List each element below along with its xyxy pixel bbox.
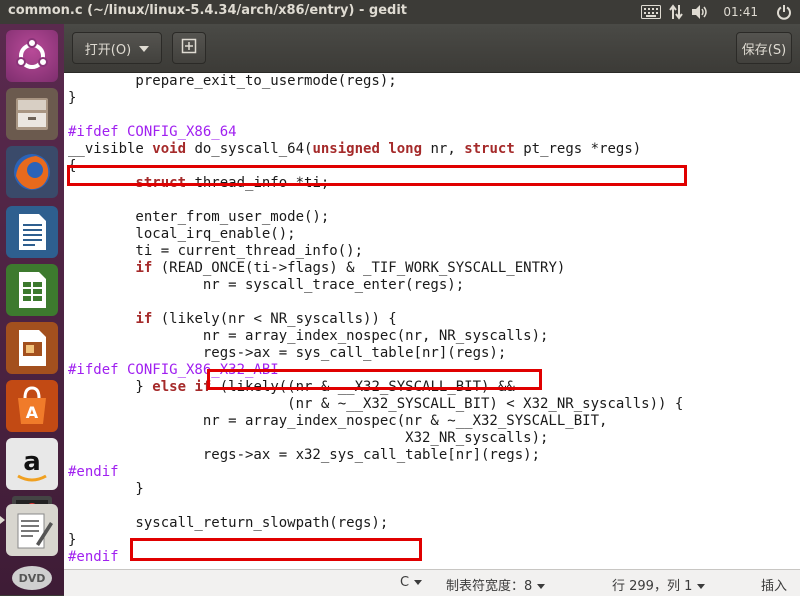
code-line: #endif [68, 464, 119, 480]
volume-icon[interactable] [691, 0, 709, 24]
new-tab-button[interactable] [172, 32, 206, 64]
code-line: enter_from_user_mode(); [68, 209, 330, 225]
code-line: local_irq_enable(); [68, 226, 296, 242]
code-line: nr = array_index_nospec(nr, NR_syscalls)… [68, 328, 549, 344]
language-selector[interactable]: C [400, 575, 423, 590]
code-line: X32_NR_syscalls); [68, 430, 549, 446]
code-line: if (READ_ONCE(ti->flags) & _TIF_WORK_SYS… [135, 260, 566, 276]
code-line: } [68, 532, 77, 548]
code-line: prepare_exit_to_usermode(regs); [68, 73, 397, 89]
dvd-icon[interactable]: DVD [6, 560, 58, 595]
code-line: (nr & ~__X32_SYSCALL_BIT) < X32_NR_sysca… [68, 396, 684, 412]
open-button[interactable]: 打开(O) [72, 32, 162, 64]
svg-text:DVD: DVD [19, 572, 46, 585]
calc-icon[interactable] [6, 264, 58, 316]
code-editor[interactable]: prepare_exit_to_usermode(regs);} #ifdef C… [64, 73, 800, 569]
annotation-box [207, 369, 542, 390]
text-editor-icon[interactable] [6, 504, 58, 556]
running-indicator [0, 516, 5, 524]
tab-width-selector[interactable]: 制表符宽度：8 [446, 575, 546, 594]
annotation-box [130, 538, 422, 561]
tab-width-label: 制表符宽度： [446, 579, 525, 594]
status-bar: C 制表符宽度：8 行 299，列 1 插入 [64, 569, 800, 596]
svg-text:A: A [26, 403, 39, 422]
code-line: syscall_return_slowpath(regs); [68, 515, 389, 531]
header-bar: 打开(O) 保存(S) [64, 24, 800, 73]
window-title: common.c (~/linux/linux-5.4.34/arch/x86/… [8, 3, 408, 18]
save-button[interactable]: 保存(S) [736, 32, 792, 64]
language-label: C [400, 575, 410, 590]
code-line: if (likely(nr < NR_syscalls)) { [135, 311, 397, 327]
tab-width-value: 8 [524, 579, 533, 594]
chevron-down-icon [697, 584, 706, 589]
gedit-window: 打开(O) 保存(S) prepare_exit_to_usermode(reg… [64, 24, 800, 596]
firefox-icon[interactable] [6, 146, 58, 198]
software-center-icon[interactable]: A [6, 380, 58, 432]
code-line: } [68, 90, 77, 106]
code-line: #ifdef CONFIG_X86_64 [68, 124, 237, 140]
code-line: regs->ax = sys_call_table[nr](regs); [68, 345, 507, 361]
svg-text:a: a [23, 447, 41, 477]
launcher: A a DVD [0, 24, 64, 595]
cursor-position-label: 行 299，列 1 [612, 579, 693, 594]
code-line: nr = syscall_trace_enter(regs); [68, 277, 465, 293]
code-line: nr = array_index_nospec(nr & ~__X32_SYSC… [68, 413, 608, 429]
writer-icon[interactable] [6, 206, 58, 258]
keyboard-icon[interactable] [641, 0, 662, 24]
chevron-down-icon [139, 41, 150, 56]
files-icon[interactable] [6, 88, 58, 140]
top-panel: common.c (~/linux/linux-5.4.34/arch/x86/… [0, 0, 800, 24]
code-line: #endif [68, 549, 119, 565]
cursor-position[interactable]: 行 299，列 1 [612, 575, 706, 594]
impress-icon[interactable] [6, 322, 58, 374]
chevron-down-icon [414, 580, 423, 585]
indicator-area: 01:41 [633, 0, 800, 24]
power-icon[interactable] [776, 0, 792, 24]
chevron-down-icon [537, 584, 546, 589]
network-icon[interactable] [669, 0, 684, 24]
open-button-label: 打开(O) [84, 42, 132, 58]
code-line: regs->ax = x32_sys_call_table[nr](regs); [68, 447, 541, 463]
new-tab-icon [181, 38, 197, 58]
code-line: __visible void do_syscall_64(unsigned lo… [68, 141, 642, 157]
insert-mode: 插入 [761, 579, 788, 594]
code-line: ti = current_thread_info(); [68, 243, 364, 259]
annotation-box [67, 165, 687, 186]
ubuntu-logo-icon[interactable] [6, 30, 58, 82]
code-line: } [68, 481, 144, 497]
clock[interactable]: 01:41 [723, 5, 758, 19]
